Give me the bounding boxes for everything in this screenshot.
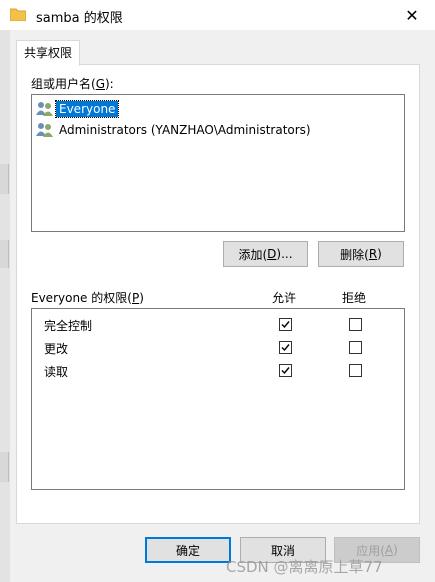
- apply-button-key: A: [384, 543, 394, 557]
- background-fragment: [0, 164, 9, 194]
- permissions-label: Everyone 的权限(P): [31, 289, 144, 306]
- user-list[interactable]: Everyone Administrators (YANZHAO\Adminis…: [31, 94, 405, 232]
- permission-row-change: 更改: [32, 338, 402, 358]
- permission-name: 完全控制: [44, 319, 93, 333]
- background-window-edge: [0, 30, 10, 582]
- permissions-label-suffix: ): [139, 291, 144, 305]
- allow-read-checkbox[interactable]: [279, 364, 292, 377]
- remove-button-label: 删除(: [340, 247, 369, 262]
- close-icon: ✕: [405, 5, 419, 25]
- permission-row-full-control: 完全控制: [32, 315, 402, 335]
- user-name: Everyone: [54, 100, 120, 118]
- permission-name: 更改: [44, 342, 69, 356]
- deny-read-checkbox[interactable]: [349, 364, 362, 377]
- deny-change-checkbox[interactable]: [349, 341, 362, 354]
- add-button-key: D: [267, 247, 277, 261]
- deny-full-control-checkbox[interactable]: [349, 318, 362, 331]
- permission-row-read: 读取: [32, 361, 402, 381]
- remove-button-suffix: ): [377, 247, 382, 261]
- user-name: Administrators (YANZHAO\Administrators): [59, 123, 311, 137]
- allow-change-checkbox[interactable]: [279, 341, 292, 354]
- add-button-label: 添加(: [238, 247, 268, 262]
- folder-icon: [10, 8, 26, 21]
- group-user-label-text: 组或用户名(: [31, 77, 96, 91]
- user-group-icon: [36, 123, 53, 137]
- allow-column-header: 允许: [272, 291, 297, 305]
- checkmark-icon: [281, 321, 290, 329]
- permissions-table: 完全控制 更改 读取: [31, 308, 405, 490]
- background-fragment: [0, 240, 9, 268]
- watermark: CSDN @离离原上草77: [226, 558, 383, 576]
- permission-name: 读取: [44, 365, 69, 379]
- apply-button-suffix: ): [393, 543, 398, 557]
- group-user-label-key: G: [95, 77, 105, 91]
- checkmark-icon: [281, 344, 290, 352]
- title-bar: samba 的权限 ✕: [0, 0, 435, 30]
- remove-button[interactable]: 删除(R): [318, 241, 404, 267]
- list-item-everyone[interactable]: Everyone: [36, 99, 120, 119]
- list-item-administrators[interactable]: Administrators (YANZHAO\Administrators): [36, 120, 314, 140]
- add-button-suffix: )...: [276, 247, 293, 261]
- user-group-icon: [36, 102, 53, 116]
- tab-label: 共享权限: [23, 46, 72, 60]
- ok-button[interactable]: 确定: [145, 537, 231, 563]
- group-user-label-suffix: ):: [105, 77, 114, 91]
- tab-share-permissions[interactable]: 共享权限: [16, 40, 80, 66]
- deny-column-header: 拒绝: [342, 291, 367, 305]
- permissions-label-text: Everyone 的权限(: [31, 291, 132, 305]
- checkmark-icon: [281, 367, 290, 375]
- window-title: samba 的权限: [36, 11, 123, 26]
- background-fragment: [0, 452, 9, 482]
- allow-full-control-checkbox[interactable]: [279, 318, 292, 331]
- remove-button-key: R: [368, 247, 378, 261]
- close-button[interactable]: ✕: [389, 0, 435, 30]
- group-user-label: 组或用户名(G):: [31, 75, 114, 92]
- add-button[interactable]: 添加(D)...: [223, 241, 308, 267]
